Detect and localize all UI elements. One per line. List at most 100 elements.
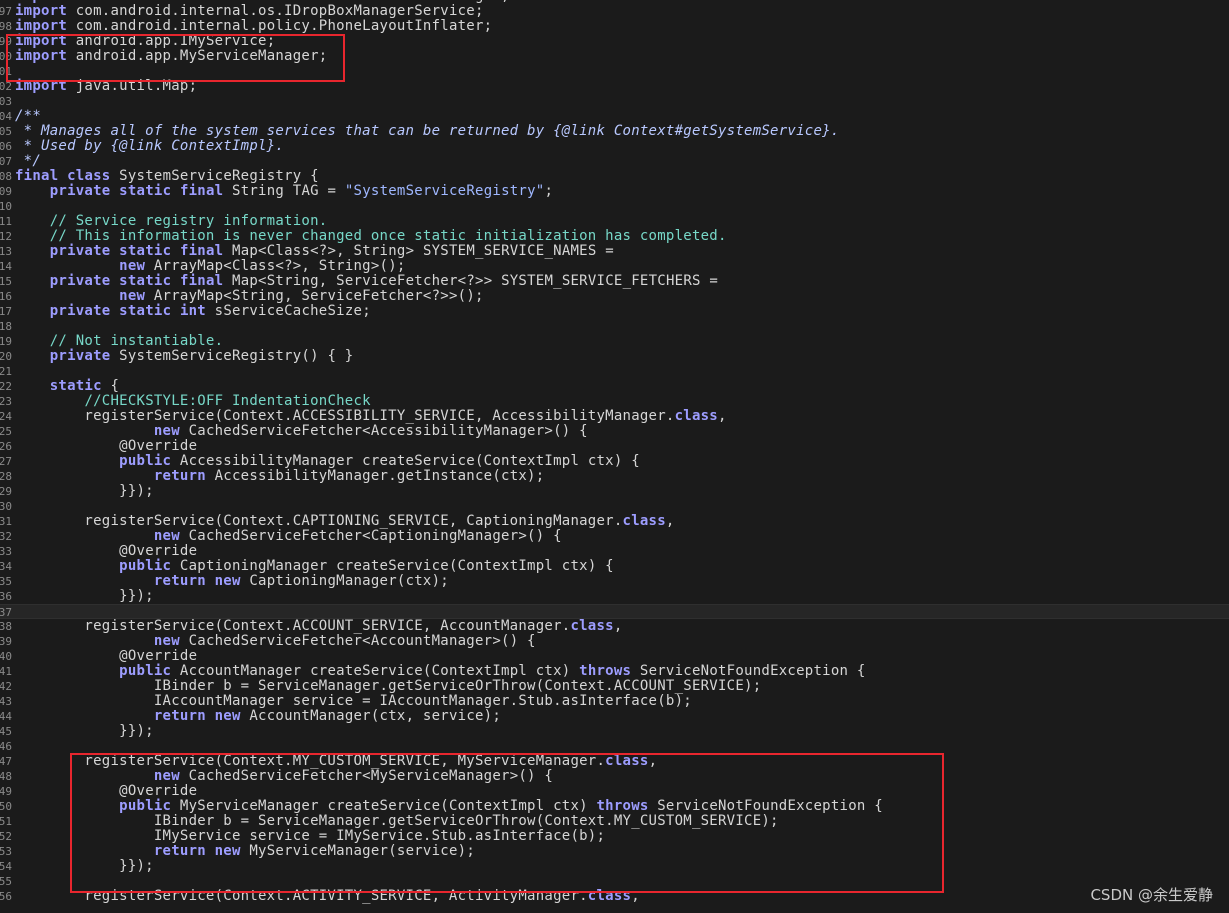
code-line[interactable]: 149 @Override	[0, 784, 1229, 799]
line-number: 146	[0, 740, 12, 753]
code-line[interactable]: 125 new CachedServiceFetcher<Accessibili…	[0, 424, 1229, 439]
code-line[interactable]: 100import android.app.MyServiceManager;	[0, 49, 1229, 64]
code-line[interactable]: 152 IMyService service = IMyService.Stub…	[0, 829, 1229, 844]
line-number: 152	[0, 830, 12, 843]
code-line[interactable]: 129 }});	[0, 484, 1229, 499]
code-line[interactable]: 97 import com.android.internal.os.IDropBo…	[0, 4, 1229, 19]
code-line[interactable]: 137	[0, 604, 1229, 619]
code-line[interactable]: 141 public AccountManager createService(…	[0, 664, 1229, 679]
code-line[interactable]: 151 IBinder b = ServiceManager.getServic…	[0, 814, 1229, 829]
code-line[interactable]: 134 public CaptioningManager createServi…	[0, 559, 1229, 574]
code-line[interactable]: 144 return new AccountManager(ctx, servi…	[0, 709, 1229, 724]
line-number: 121	[0, 365, 12, 378]
code-line[interactable]: 102import java.util.Map;	[0, 79, 1229, 94]
line-text: // This information is never changed onc…	[49, 228, 727, 244]
code-line[interactable]: 143 IAccountManager service = IAccountMa…	[0, 694, 1229, 709]
code-line[interactable]: 154 }});	[0, 859, 1229, 874]
code-line[interactable]: 118	[0, 319, 1229, 334]
code-line[interactable]: 121	[0, 364, 1229, 379]
code-line[interactable]: 99 import android.app.IMyService;	[0, 34, 1229, 49]
code-line[interactable]: 107 */	[0, 154, 1229, 169]
line-number: 99	[0, 35, 12, 48]
code-line[interactable]: 106 * Used by {@link ContextImpl}.	[0, 139, 1229, 154]
line-text: IMyService service = IMyService.Stub.asI…	[15, 828, 606, 844]
code-line[interactable]: 156 registerService(Context.ACTIVITY_SER…	[0, 889, 1229, 904]
line-text: @Override	[119, 543, 198, 559]
line-text: private static int sServiceCacheSize;	[49, 303, 371, 319]
line-number: 105	[0, 125, 12, 138]
code-line[interactable]: 101	[0, 64, 1229, 79]
code-line[interactable]: 126 @Override	[0, 439, 1229, 454]
code-line[interactable]: 146	[0, 739, 1229, 754]
code-line[interactable]: 120 private SystemServiceRegistry() { }	[0, 349, 1229, 364]
line-text: registerService(Context.MY_CUSTOM_SERVIC…	[15, 753, 658, 769]
code-line[interactable]: 133 @Override	[0, 544, 1229, 559]
line-number: 117	[0, 305, 12, 318]
line-text: import android.app.IMyService;	[15, 33, 276, 49]
code-line[interactable]: 124 registerService(Context.ACCESSIBILIT…	[0, 409, 1229, 424]
code-line[interactable]: 119 // Not instantiable.	[0, 334, 1229, 349]
code-line[interactable]: 113 private static final Map<Class<?>, S…	[0, 244, 1229, 259]
line-number: 118	[0, 320, 12, 333]
line-text: return new CaptioningManager(ctx);	[153, 573, 449, 589]
line-text: public AccessibilityManager createServic…	[119, 453, 640, 469]
line-text: }});	[15, 858, 154, 874]
code-line[interactable]: 105 * Manages all of the system services…	[0, 124, 1229, 139]
line-number: 100	[0, 50, 12, 63]
code-line[interactable]: 110	[0, 199, 1229, 214]
code-line[interactable]: 155	[0, 874, 1229, 889]
code-line[interactable]: 112 // This information is never changed…	[0, 229, 1229, 244]
code-line[interactable]: 132 new CachedServiceFetcher<CaptioningM…	[0, 529, 1229, 544]
code-line[interactable]: 123 //CHECKSTYLE:OFF IndentationCheck	[0, 394, 1229, 409]
line-number: 135	[0, 575, 12, 588]
code-line[interactable]: 142 IBinder b = ServiceManager.getServic…	[0, 679, 1229, 694]
code-line[interactable]: 145 }});	[0, 724, 1229, 739]
code-line[interactable]: 114 new ArrayMap<Class<?>, String>();	[0, 259, 1229, 274]
code-line[interactable]: 153 return new MyServiceManager(service)…	[0, 844, 1229, 859]
code-line[interactable]: 131 registerService(Context.CAPTIONING_S…	[0, 514, 1229, 529]
code-editor[interactable]: 96import com.android.internal.net.INetwo…	[0, 0, 1229, 913]
code-line[interactable]: 127 public AccessibilityManager createSe…	[0, 454, 1229, 469]
line-number: 148	[0, 770, 12, 783]
line-number: 125	[0, 425, 12, 438]
line-number: 155	[0, 875, 12, 888]
code-line[interactable]: 147 registerService(Context.MY_CUSTOM_SE…	[0, 754, 1229, 769]
code-line[interactable]: 111 // Service registry information.	[0, 214, 1229, 229]
code-line[interactable]: 150 public MyServiceManager createServic…	[0, 799, 1229, 814]
code-line[interactable]: 140 @Override	[0, 649, 1229, 664]
line-number: 128	[0, 470, 12, 483]
line-text: IAccountManager service = IAccountManage…	[15, 693, 692, 709]
code-line[interactable]: 117 private static int sServiceCacheSize…	[0, 304, 1229, 319]
code-line[interactable]: 103	[0, 94, 1229, 109]
line-text: }});	[15, 588, 154, 604]
line-number: 139	[0, 635, 12, 648]
line-text: new CachedServiceFetcher<MyServiceManage…	[153, 768, 554, 784]
line-text: //CHECKSTYLE:OFF IndentationCheck	[84, 393, 371, 409]
line-number: 138	[0, 620, 12, 633]
code-line[interactable]: 98 import com.android.internal.policy.Pho…	[0, 19, 1229, 34]
line-text: import java.util.Map;	[15, 78, 198, 94]
line-number: 154	[0, 860, 12, 873]
code-line[interactable]: 136 }});	[0, 589, 1229, 604]
code-line[interactable]: 116 new ArrayMap<String, ServiceFetcher<…	[0, 289, 1229, 304]
line-number: 101	[0, 65, 12, 78]
line-text: new ArrayMap<Class<?>, String>();	[119, 258, 406, 274]
code-line[interactable]: 109 private static final String TAG = "S…	[0, 184, 1229, 199]
code-line[interactable]: 104/**	[0, 109, 1229, 124]
code-line[interactable]: 139 new CachedServiceFetcher<AccountMana…	[0, 634, 1229, 649]
code-line[interactable]: 130	[0, 499, 1229, 514]
line-number: 97	[0, 5, 12, 18]
line-text: private static final String TAG = "Syste…	[49, 183, 554, 199]
line-text: registerService(Context.CAPTIONING_SERVI…	[15, 513, 675, 529]
code-line[interactable]: 115 private static final Map<String, Ser…	[0, 274, 1229, 289]
line-number: 106	[0, 140, 12, 153]
code-line[interactable]: 128 return AccessibilityManager.getInsta…	[0, 469, 1229, 484]
code-line[interactable]: 122 static {	[0, 379, 1229, 394]
code-line[interactable]: 135 return new CaptioningManager(ctx);	[0, 574, 1229, 589]
line-number: 142	[0, 680, 12, 693]
code-line[interactable]: 138 registerService(Context.ACCOUNT_SERV…	[0, 619, 1229, 634]
code-line[interactable]: 148 new CachedServiceFetcher<MyServiceMa…	[0, 769, 1229, 784]
line-text: registerService(Context.ACTIVITY_SERVICE…	[15, 888, 640, 904]
code-line[interactable]: 108final class SystemServiceRegistry {	[0, 169, 1229, 184]
line-text: final class SystemServiceRegistry {	[15, 168, 319, 184]
